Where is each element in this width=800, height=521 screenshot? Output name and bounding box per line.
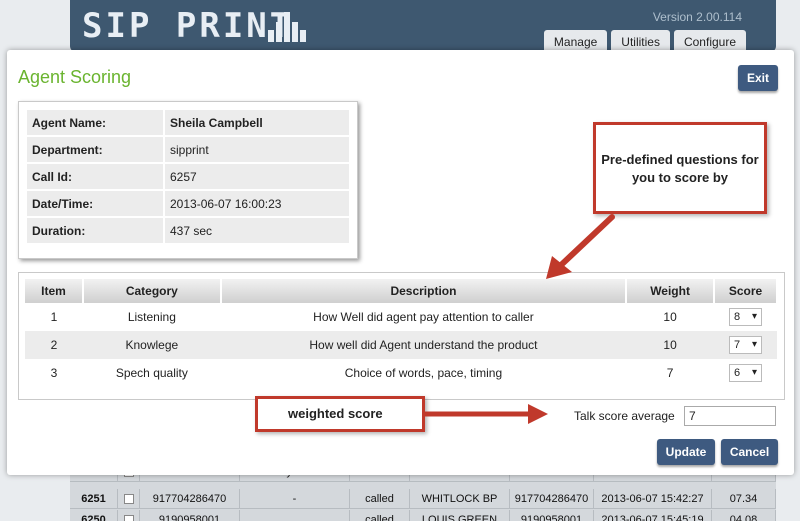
app-version: Version 2.00.114: [652, 10, 742, 24]
annotation-callout-weighted-score: weighted score: [255, 396, 425, 432]
app-logo: SIP PRINT: [82, 6, 294, 46]
exit-button[interactable]: Exit: [738, 65, 778, 91]
table-row: 3 Spech quality Choice of words, pace, t…: [25, 359, 777, 387]
table-row: 1 Listening How Well did agent pay atten…: [25, 303, 777, 331]
nav-tab-manage[interactable]: Manage: [543, 30, 608, 52]
talk-score-label: Talk score average: [574, 409, 675, 423]
column-header-category: Category: [82, 279, 222, 303]
nav-tabs: Manage Utilities Configure: [540, 30, 746, 52]
scoring-table-panel: Item Category Description Weight Score 1…: [18, 272, 785, 400]
column-header-score: Score: [714, 279, 778, 303]
info-row-datetime: Date/Time: 2013-06-07 16:00:23: [25, 189, 351, 218]
talk-score-input[interactable]: 7: [684, 406, 776, 426]
row-checkbox[interactable]: [123, 494, 134, 504]
nav-tab-configure[interactable]: Configure: [673, 30, 746, 52]
agent-scoring-modal: Agent Scoring Exit Agent Name: Sheila Ca…: [7, 50, 794, 475]
scoring-table: Item Category Description Weight Score 1…: [25, 279, 778, 387]
nav-tab-utilities[interactable]: Utilities: [611, 30, 670, 52]
score-select[interactable]: 7: [729, 336, 763, 354]
table-row[interactable]: 6251 917704286470 - called WHITLOCK BP 9…: [70, 489, 776, 509]
score-select[interactable]: 8: [729, 308, 763, 326]
cancel-button[interactable]: Cancel: [721, 439, 778, 465]
table-row[interactable]: 6250 9190958001 called LOUIS GREEN 91909…: [70, 510, 776, 521]
agent-info-panel: Agent Name: Sheila Campbell Department: …: [18, 101, 358, 259]
app-header: SIP PRINT Version 2.00.114 Manage Utilit…: [70, 0, 776, 52]
update-button[interactable]: Update: [657, 439, 715, 465]
row-checkbox[interactable]: [123, 515, 134, 521]
info-row-department: Department: sipprint: [25, 135, 351, 164]
modal-title: Agent Scoring: [18, 67, 132, 87]
column-header-item: Item: [25, 279, 84, 303]
column-header-weight: Weight: [626, 279, 716, 303]
column-header-description: Description: [220, 279, 628, 303]
info-row-agent-name: Agent Name: Sheila Campbell: [25, 108, 351, 137]
logo-bars-icon: [268, 12, 308, 42]
scoring-table-header: Item Category Description Weight Score: [25, 279, 778, 303]
info-row-duration: Duration: 437 sec: [25, 216, 351, 245]
annotation-callout-questions: Pre-defined questions for you to score b…: [593, 122, 767, 214]
background-call-table: 6252 9140092104 Hardy Monro called RON T…: [70, 462, 776, 521]
score-select[interactable]: 6: [729, 364, 763, 382]
info-row-call-id: Call Id: 6257: [25, 162, 351, 191]
table-row: 2 Knowlege How well did Agent understand…: [25, 331, 777, 359]
